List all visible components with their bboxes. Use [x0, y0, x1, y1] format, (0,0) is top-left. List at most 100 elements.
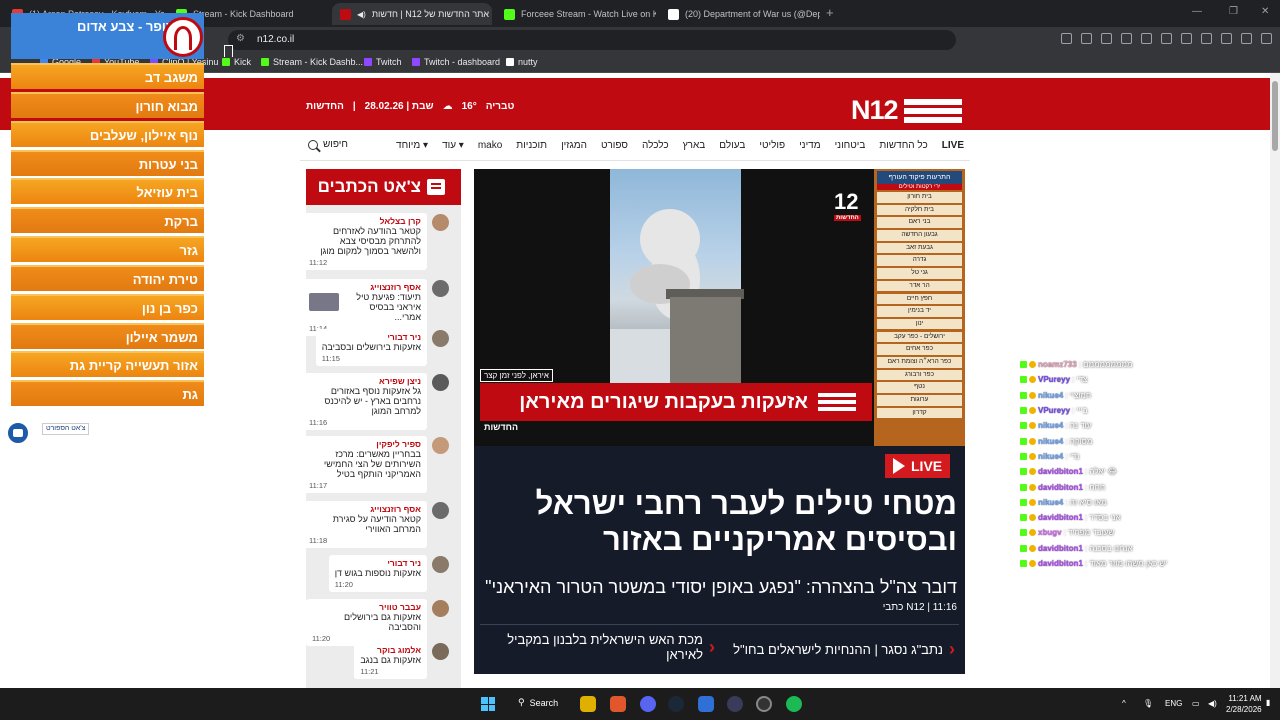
browser-tab-active[interactable]: ◀) חדשות | N12 אתר החדשות של ✕: [332, 3, 492, 25]
chat-post[interactable]: אסף רוזנצוייג תיעוד: פגיעת טיל איראני בבס…: [306, 279, 449, 336]
menu-icon[interactable]: [1261, 33, 1272, 44]
nav-item[interactable]: פוליטי: [759, 140, 785, 151]
chat-username[interactable]: xbugv: [1038, 528, 1062, 537]
nav-item[interactable]: כלכלה: [642, 140, 669, 151]
browser-tab[interactable]: Forceee Stream - Watch Live on Kick: [496, 3, 656, 25]
nav-item[interactable]: המגזין: [561, 140, 587, 151]
nav-item-live[interactable]: LIVE: [942, 140, 964, 151]
chat-post[interactable]: קרן בצלאל קטאר בהודעה לאזרחים להתרחק מבסי…: [306, 213, 449, 270]
url-text[interactable]: n12.co.il: [257, 34, 294, 45]
nav-item[interactable]: בעולם: [719, 140, 745, 151]
chat-username[interactable]: VPureyy: [1038, 375, 1070, 384]
bookmark[interactable]: Twitch: [364, 57, 402, 67]
spotify-icon[interactable]: [786, 696, 802, 712]
chat-username[interactable]: davidbiton1: [1038, 483, 1083, 492]
app-icon[interactable]: [698, 696, 714, 712]
network-icon[interactable]: ▭: [1192, 699, 1200, 708]
browser-tab[interactable]: (20) Department of War us (@Deptof: [660, 3, 820, 25]
nav-item-more[interactable]: עוד ▾: [442, 140, 464, 151]
bookmark-icon[interactable]: [224, 45, 233, 57]
chat-username[interactable]: davidbiton1: [1038, 559, 1083, 568]
sports-chat-label[interactable]: צ'אט הספורט: [42, 423, 90, 435]
extension-icon[interactable]: [1081, 33, 1092, 44]
alert-area: משגב דב: [11, 63, 204, 89]
site-search[interactable]: חיפוש: [308, 139, 348, 150]
chat-username[interactable]: nikue4: [1038, 452, 1063, 461]
nav-item[interactable]: בארץ: [683, 140, 706, 151]
nav-item-special[interactable]: מיוחד ▾: [396, 140, 428, 151]
extension-icon[interactable]: [1141, 33, 1152, 44]
tray-chevron-icon[interactable]: ^: [1122, 699, 1126, 708]
bookmark[interactable]: Twitch - dashboard: [412, 57, 500, 67]
chat-username[interactable]: nikue4: [1038, 421, 1063, 430]
obs-icon[interactable]: [756, 696, 772, 712]
badge-icon: [1020, 498, 1027, 506]
nav-item[interactable]: mako: [478, 140, 502, 151]
header-section[interactable]: החדשות: [306, 101, 344, 112]
steam-icon[interactable]: [668, 696, 684, 712]
brave-icon[interactable]: [610, 696, 626, 712]
bookmark[interactable]: Stream - Kick Dashb...: [261, 57, 363, 67]
microphone-icon[interactable]: 🎙: [1143, 699, 1153, 708]
windows-start-icon[interactable]: [481, 697, 495, 711]
discord-icon[interactable]: [640, 696, 656, 712]
sidebar-icon[interactable]: [1201, 33, 1212, 44]
minimize-icon[interactable]: —: [1192, 6, 1202, 17]
chat-username[interactable]: nikue4: [1038, 498, 1063, 507]
alert-area: כפר בן נון: [11, 294, 204, 320]
chat-post[interactable]: עבבר טוויר אזעקות גם בירושלים והסביבה 11:2…: [306, 599, 449, 646]
new-tab-button[interactable]: +: [826, 5, 834, 20]
chat-post[interactable]: אלמוג בוקר אזעקות גם בנגב 11:21: [354, 642, 449, 679]
site-info-icon[interactable]: ⚙: [236, 33, 245, 44]
live-video-player[interactable]: 12 החדשות איראן, לפני זמן קצר אזעקות בעק…: [474, 169, 965, 446]
story-headline[interactable]: מטחי טילים לעבר רחבי ישראל ובסיסים אמריק…: [487, 486, 957, 558]
language-indicator[interactable]: ENG: [1165, 699, 1182, 708]
file-explorer-icon[interactable]: [580, 696, 596, 712]
chat-username[interactable]: nikue4: [1038, 437, 1063, 446]
chat-post[interactable]: ניר דבורי אזעקות נוספות בגוש דן 11:20: [328, 555, 449, 592]
volume-icon[interactable]: ◀): [1208, 699, 1217, 708]
chat-username[interactable]: VPureyy: [1038, 406, 1070, 415]
video-thumbnail[interactable]: [309, 293, 339, 311]
extension-icon[interactable]: [1121, 33, 1132, 44]
nav-item[interactable]: מדיני: [799, 140, 821, 151]
chat-username[interactable]: davidbiton1: [1038, 467, 1083, 476]
extension-icon[interactable]: [1101, 33, 1112, 44]
music-icon[interactable]: [1181, 33, 1192, 44]
lead-story[interactable]: LIVE מטחי טילים לעבר רחבי ישראל ובסיסים …: [474, 446, 965, 674]
chat-post[interactable]: ספיר ליפקין בבחריין מאשרים: מרכז השירותים…: [306, 436, 449, 493]
nav-item[interactable]: תוכניות: [516, 140, 547, 151]
related-story[interactable]: ‹ נתב"ג נסגר | ההנחיות לישראלים בחו"ל: [733, 639, 955, 660]
profile-icon[interactable]: [1241, 33, 1252, 44]
nav-item[interactable]: ביטחוני: [835, 140, 866, 151]
address-bar[interactable]: ⚙ n12.co.il: [228, 30, 956, 50]
audio-icon[interactable]: ◀): [357, 10, 366, 19]
chat-username[interactable]: davidbiton1: [1038, 544, 1083, 553]
taskbar-clock[interactable]: 11:21 AM 2/28/2026: [1226, 693, 1262, 715]
wallet-icon[interactable]: [1221, 33, 1232, 44]
chat-username[interactable]: nikue4: [1038, 391, 1063, 400]
extension-icon[interactable]: [1161, 33, 1172, 44]
maximize-icon[interactable]: ❐: [1229, 6, 1238, 17]
bookmark[interactable]: nutty: [506, 57, 538, 67]
chat-username[interactable]: davidbiton1: [1038, 513, 1083, 522]
live-badge[interactable]: LIVE: [885, 454, 951, 478]
chat-post[interactable]: אסף רוזנצוייג קטאר הודיעה על סגירת המרחב …: [306, 501, 449, 548]
sports-chat-button[interactable]: [6, 421, 30, 445]
bookmark[interactable]: Kick: [222, 57, 251, 67]
alert-location: ערוגות: [877, 395, 962, 406]
n12-logo[interactable]: N12: [851, 95, 962, 126]
chat-username[interactable]: noamz733: [1038, 360, 1077, 369]
taskbar-search[interactable]: ⚲ Search: [518, 697, 558, 708]
chat-post[interactable]: ניר דבורי אזעקות בירושלים ובסביבה 11:15: [315, 329, 449, 366]
chat-post[interactable]: ניצן שפירא גל אזעקות נוסף באזורים נרחבים …: [306, 373, 449, 430]
related-story[interactable]: ‹ מכת האש הישראלית בלבנון במקביל לאיראן: [503, 632, 715, 662]
page-scrollbar[interactable]: [1270, 73, 1280, 688]
extension-icon[interactable]: [1061, 33, 1072, 44]
close-window-icon[interactable]: ✕: [1261, 6, 1269, 17]
notification-icon[interactable]: ▮: [1266, 698, 1270, 707]
nav-item[interactable]: כל החדשות: [879, 140, 927, 151]
video-banner: אזעקות בעקבות שיגורים מאיראן: [480, 383, 872, 421]
nav-item[interactable]: ספורט: [601, 140, 628, 151]
app-icon[interactable]: [727, 696, 743, 712]
